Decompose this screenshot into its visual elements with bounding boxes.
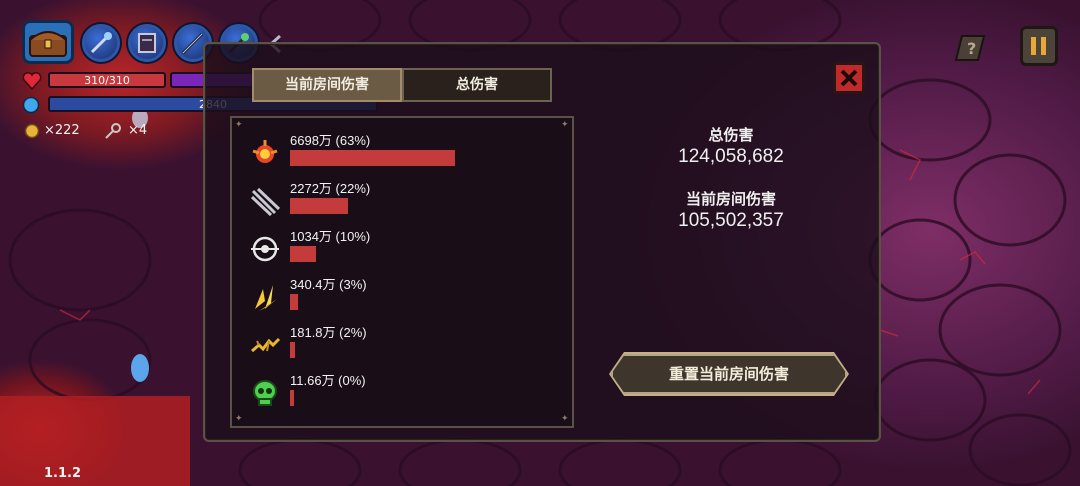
poison-skull-icon <box>248 376 282 410</box>
golden-shards-icon <box>248 280 282 314</box>
fire-burst-icon <box>248 136 282 170</box>
crosshair-orb-icon <box>248 232 282 266</box>
damage-label: 340.4万 (3%) <box>290 277 367 292</box>
reset-room-damage-button[interactable]: 重置当前房间伤害 <box>611 354 847 394</box>
reset-button-label: 重置当前房间伤害 <box>668 365 789 383</box>
pause-button[interactable] <box>1020 26 1058 66</box>
damage-label: 1034万 (10%) <box>290 229 371 244</box>
damage-row: 340.4万 (3%) <box>244 272 564 320</box>
close-dialog-button[interactable] <box>833 62 865 94</box>
damage-row: 2272万 (22%) <box>244 176 564 224</box>
damage-label: 2272万 (22%) <box>290 181 371 196</box>
total-damage-title: 总伤害 <box>708 126 754 144</box>
damage-bar <box>290 390 294 406</box>
codex-button[interactable]: ? <box>952 30 988 66</box>
claw-slash-icon <box>248 184 282 218</box>
corner-ornament: ✦ <box>561 414 569 424</box>
key-count: ×4 <box>128 123 148 138</box>
heart-icon <box>22 72 42 91</box>
gold-count: ×222 <box>44 123 80 138</box>
damage-bar-track <box>290 246 550 262</box>
damage-bar-track <box>290 342 550 358</box>
damage-bar <box>290 294 298 310</box>
mana-orb-icon <box>22 96 40 114</box>
damage-row: 6698万 (63%) <box>244 128 564 176</box>
damage-row: 11.66万 (0%) <box>244 368 564 416</box>
tab-label: 总伤害 <box>456 77 498 93</box>
close-icon <box>840 69 858 87</box>
svg-text:?: ? <box>967 39 976 58</box>
damage-label: 11.66万 (0%) <box>290 373 366 388</box>
treasure-chest-icon <box>29 31 67 57</box>
damage-bar-track <box>290 198 550 214</box>
corner-ornament: ✦ <box>235 120 243 130</box>
inventory-chest-button[interactable] <box>22 20 74 64</box>
room-damage-title: 当前房间伤害 <box>685 190 776 208</box>
version-label: 1.1.2 <box>44 466 82 481</box>
total-damage-value: 124,058,682 <box>678 146 784 167</box>
staff-icon <box>90 32 112 54</box>
key-icon <box>104 122 122 140</box>
tab-total-damage[interactable]: 总伤害 <box>402 68 552 102</box>
damage-row: 1034万 (10%) <box>244 224 564 272</box>
damage-bar-track <box>290 150 550 166</box>
pause-icon <box>1031 37 1046 55</box>
damage-row: 181.8万 (2%) <box>244 320 564 368</box>
spellbook-icon <box>138 33 156 53</box>
damage-bar <box>290 198 348 214</box>
damage-label: 6698万 (63%) <box>290 133 371 148</box>
weapon-slot-1[interactable] <box>82 24 120 62</box>
damage-bar-track <box>290 294 550 310</box>
hp-text: 310/310 <box>84 74 130 87</box>
gold-coin-icon <box>24 123 40 139</box>
damage-breakdown-panel: ✦ ✦ ✦ ✦ 6698万 (63%) 2272万 (22%) 1034万 (1… <box>230 116 574 428</box>
tab-current-room-damage[interactable]: 当前房间伤害 <box>252 68 402 102</box>
damage-bar <box>290 246 316 262</box>
hp-bar: 310/310 <box>48 72 166 88</box>
damage-bar <box>290 150 455 166</box>
lightning-vine-icon <box>248 328 282 362</box>
damage-label: 181.8万 (2%) <box>290 325 367 340</box>
corner-ornament: ✦ <box>235 414 243 424</box>
room-damage-value: 105,502,357 <box>678 210 784 231</box>
tab-label: 当前房间伤害 <box>285 77 369 93</box>
damage-stats-dialog: 当前房间伤害 总伤害 ✦ ✦ ✦ ✦ 6698万 (63%) 2272万 (22… <box>203 42 881 442</box>
weapon-slot-2[interactable] <box>128 24 166 62</box>
damage-bar-track <box>290 390 550 406</box>
damage-bar <box>290 342 295 358</box>
help-book-icon: ? <box>954 35 986 61</box>
